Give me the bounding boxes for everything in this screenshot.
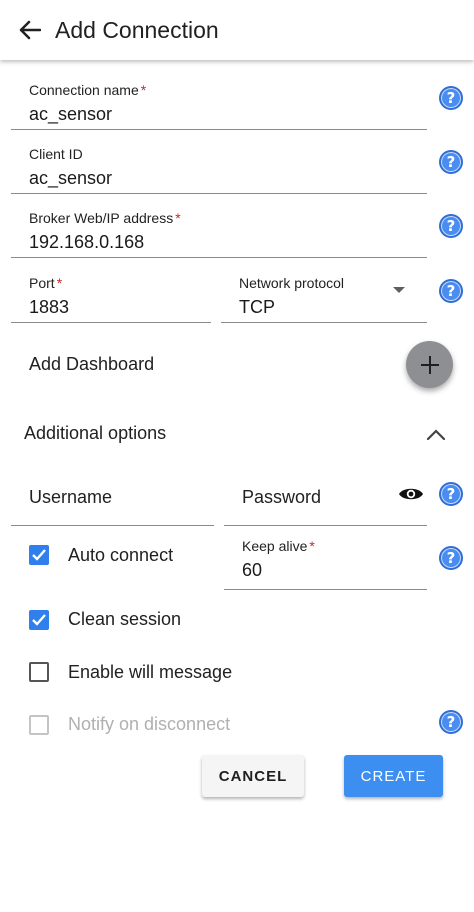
keep-alive-value: 60 [242, 560, 263, 580]
port-field[interactable]: Port * 1883 [11, 259, 211, 323]
clean-session-label: Clean session [68, 609, 182, 629]
password-placeholder: Password [242, 487, 322, 507]
password-field[interactable]: Password [224, 462, 427, 526]
required-marker: * [56, 275, 63, 291]
add-dashboard-button[interactable] [406, 341, 453, 388]
connection-name-value: ac_sensor [29, 104, 113, 124]
auto-connect-checkbox[interactable] [29, 545, 49, 565]
client-id-label: Client ID [29, 146, 83, 162]
keep-alive-label: Keep alive * [242, 538, 315, 554]
help-icon[interactable]: ? [439, 546, 463, 570]
help-icon[interactable]: ? [439, 214, 463, 238]
notify-disconnect-label: Notify on disconnect [68, 714, 231, 734]
help-icon[interactable]: ? [439, 86, 463, 110]
additional-options-label[interactable]: Additional options [24, 423, 166, 444]
help-icon[interactable]: ? [439, 279, 463, 303]
broker-address-value: 192.168.0.168 [29, 232, 145, 252]
broker-address-field[interactable]: Broker Web/IP address * 192.168.0.168 [11, 194, 427, 258]
port-label: Port * [29, 275, 63, 291]
dropdown-arrow-icon [393, 287, 405, 293]
network-protocol-select[interactable]: Network protocol TCP [221, 259, 427, 323]
will-message-checkbox[interactable] [29, 662, 49, 682]
port-value: 1883 [29, 297, 70, 317]
username-placeholder: Username [29, 487, 113, 507]
client-id-field[interactable]: Client ID ac_sensor [11, 130, 427, 194]
app-bar: Add Connection [0, 0, 474, 60]
username-field[interactable]: Username [11, 462, 214, 526]
check-icon [32, 549, 46, 561]
add-dashboard-label: Add Dashboard [29, 354, 155, 374]
auto-connect-label: Auto connect [68, 545, 174, 565]
notify-disconnect-checkbox[interactable] [29, 715, 49, 735]
check-icon [32, 614, 46, 626]
network-protocol-label: Network protocol [239, 275, 345, 291]
chevron-up-icon[interactable] [425, 423, 447, 445]
back-arrow-icon[interactable] [16, 16, 44, 44]
network-protocol-value: TCP [239, 297, 275, 317]
required-marker: * [309, 538, 315, 554]
page-title: Add Connection [55, 16, 219, 43]
will-message-label: Enable will message [68, 662, 233, 682]
eye-icon[interactable] [398, 485, 424, 503]
connection-name-field[interactable]: Connection name * ac_sensor [11, 66, 427, 130]
clean-session-checkbox[interactable] [29, 610, 49, 630]
required-marker: * [140, 82, 147, 98]
connection-name-label: Connection name * [29, 82, 147, 98]
required-marker: * [175, 210, 181, 226]
cancel-button[interactable]: CANCEL [202, 755, 304, 797]
keep-alive-field[interactable]: Keep alive * 60 [224, 526, 427, 590]
broker-address-label: Broker Web/IP address * [29, 210, 181, 226]
help-icon[interactable]: ? [439, 150, 463, 174]
plus-icon [420, 355, 439, 374]
client-id-value: ac_sensor [29, 168, 113, 188]
help-icon[interactable]: ? [439, 482, 463, 506]
create-button[interactable]: CREATE [344, 755, 443, 797]
help-icon[interactable]: ? [439, 710, 463, 734]
